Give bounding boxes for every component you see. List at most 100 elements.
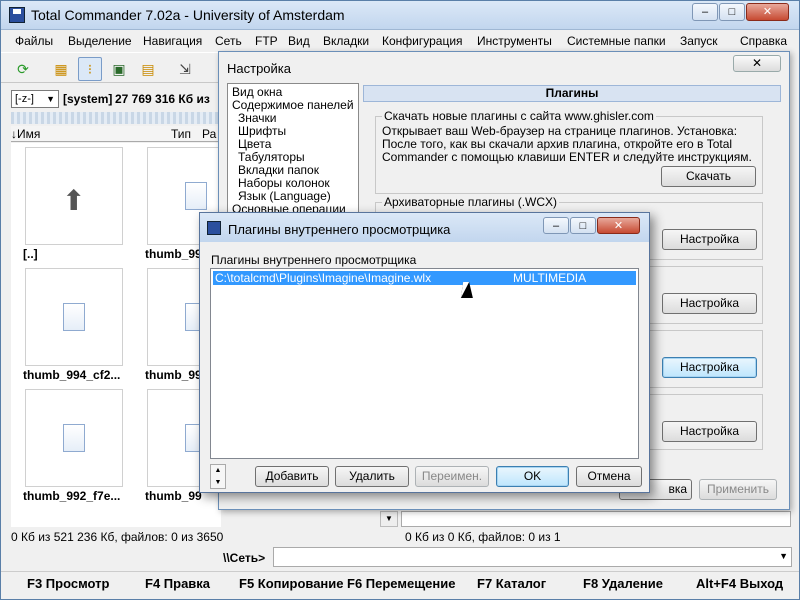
tree-item-icons[interactable]: Значки <box>238 111 277 125</box>
tree-item-colors[interactable]: Цвета <box>238 137 271 151</box>
plugin-path: C:\totalcmd\Plugins\Imagine\Imagine.wlx <box>215 271 432 285</box>
download-group: Скачать новые плагины с сайта www.ghisle… <box>375 109 763 194</box>
right-panel[interactable] <box>401 511 791 527</box>
scrollbar[interactable]: ▼ <box>380 511 398 527</box>
drive-value: [-z-] <box>15 93 34 105</box>
window-title: Total Commander 7.02a - University of Am… <box>31 7 345 23</box>
floppy-disk-icon <box>9 7 25 23</box>
menu-selection[interactable]: Выделение <box>68 34 132 48</box>
menu-tools[interactable]: Инструменты <box>477 34 552 48</box>
plugin-type: MULTIMEDIA <box>513 271 587 285</box>
viewer-plugin-list[interactable]: C:\totalcmd\Plugins\Imagine\Imagine.wlx … <box>210 268 639 459</box>
settings-ok-label: вка <box>668 482 687 496</box>
thumb-up[interactable]: ⬆ <box>25 147 123 245</box>
menu-network[interactable]: Сеть <box>215 34 242 48</box>
settings-close-button[interactable]: ✕ <box>733 55 781 72</box>
drive-select[interactable]: [-z-] ▼ <box>11 90 59 108</box>
command-line: \\Сеть> ▼ <box>1 547 799 569</box>
menu-configuration[interactable]: Конфигурация <box>382 34 463 48</box>
add-button[interactable]: Добавить <box>255 466 329 487</box>
download-group-label: Скачать новые плагины с сайта www.ghisle… <box>382 109 656 123</box>
chevron-down-icon: ▼ <box>46 94 55 104</box>
file-icon <box>63 303 85 331</box>
maximize-button[interactable]: □ <box>719 3 745 21</box>
viewer-minimize-button[interactable]: – <box>543 217 569 234</box>
f4-edit-button[interactable]: F4 Правка <box>145 576 210 591</box>
rename-button[interactable]: Переимен. <box>415 466 489 487</box>
viewer-maximize-button[interactable]: □ <box>570 217 596 234</box>
thumb-label: [..] <box>23 247 38 261</box>
viewer-close-button[interactable]: ✕ <box>597 217 640 234</box>
download-button[interactable]: Скачать <box>661 166 756 187</box>
menu-system-folders[interactable]: Системные папки <box>567 34 666 48</box>
thumb-file[interactable] <box>25 389 123 487</box>
col-name[interactable]: ↓Имя <box>11 127 40 141</box>
f3-view-button[interactable]: F3 Просмотр <box>27 576 109 591</box>
command-prompt: \\Сеть> <box>223 551 266 565</box>
thumb-file[interactable] <box>25 268 123 366</box>
refresh-icon[interactable]: ⟳ <box>11 57 35 81</box>
toolbar: ⟳ ▦ ⁝ ▣ ▤ ⇲ <box>1 52 221 83</box>
download-text: Открывает ваш Web-браузер на странице пл… <box>382 124 752 164</box>
viewer-title-bar[interactable]: Плагины внутреннего просмотрщика – □ ✕ <box>200 213 649 242</box>
close-button[interactable]: ✕ <box>746 3 789 21</box>
menu-view[interactable]: Вид <box>288 34 310 48</box>
order-spinner[interactable]: ▲ ▼ <box>210 464 226 489</box>
thumb-label: thumb_99 <box>145 489 202 503</box>
col-type[interactable]: Тип <box>171 127 191 141</box>
file-icon <box>185 182 207 210</box>
menu-ftp[interactable]: FTP <box>255 34 278 48</box>
tree-item-columns[interactable]: Наборы колонок <box>238 176 330 190</box>
thumbnail-view-icon[interactable]: ⁝ <box>78 57 102 81</box>
tree-item-window[interactable]: Вид окна <box>232 85 282 99</box>
tree-item-tabstops[interactable]: Табуляторы <box>238 150 305 164</box>
brief-view-icon[interactable]: ▦ <box>49 57 73 81</box>
ok-button[interactable]: OK <box>496 466 569 487</box>
floppy-disk-icon <box>207 221 221 235</box>
altf4-exit-button[interactable]: Alt+F4 Выход <box>696 576 783 591</box>
menu-help[interactable]: Справка <box>740 34 787 48</box>
tree-item-panels[interactable]: Содержимое панелей <box>232 98 354 112</box>
tree-item-folder-tabs[interactable]: Вкладки папок <box>238 163 319 177</box>
tree-item-fonts[interactable]: Шрифты <box>238 124 286 138</box>
title-bar[interactable]: Total Commander 7.02a - University of Am… <box>1 1 799 30</box>
drive-info: 27 769 316 Кб из <box>115 92 210 106</box>
viewer-dialog-title: Плагины внутреннего просмотрщика <box>228 222 451 237</box>
remove-button[interactable]: Удалить <box>335 466 409 487</box>
config-button-1[interactable]: Настройка <box>662 229 757 250</box>
cancel-button[interactable]: Отмена <box>576 466 642 487</box>
viewer-plugins-dialog: Плагины внутреннего просмотрщика – □ ✕ П… <box>199 212 650 493</box>
tree-view-icon[interactable]: ▣ <box>107 57 131 81</box>
menu-launch[interactable]: Запуск <box>680 34 718 48</box>
chevron-down-icon[interactable]: ▼ <box>779 551 788 561</box>
apply-button[interactable]: Применить <box>699 479 777 500</box>
config-button-3[interactable]: Настройка <box>662 357 757 378</box>
col-size[interactable]: Ра <box>202 127 216 141</box>
config-button-2[interactable]: Настройка <box>662 293 757 314</box>
thumb-label: thumb_994_cf2... <box>23 368 121 382</box>
minimize-button[interactable]: – <box>692 3 718 21</box>
thumb-label: thumb_99 <box>145 368 202 382</box>
path-bar[interactable] <box>11 112 221 124</box>
f7-mkdir-button[interactable]: F7 Каталог <box>477 576 546 591</box>
menu-navigation[interactable]: Навигация <box>143 34 202 48</box>
f8-delete-button[interactable]: F8 Удаление <box>583 576 663 591</box>
unpack-icon[interactable]: ⇲ <box>173 57 197 81</box>
command-input[interactable]: ▼ <box>273 547 792 567</box>
column-header: ↓Имя Тип Ра <box>11 126 221 142</box>
thumb-label: thumb_992_f7e... <box>23 489 121 503</box>
menu-tabs[interactable]: Вкладки <box>323 34 369 48</box>
plugins-heading: Плагины <box>363 85 781 102</box>
menu-files[interactable]: Файлы <box>15 34 53 48</box>
settings-title: Настройка <box>227 61 291 76</box>
menu-bar: Файлы Выделение Навигация Сеть FTP Вид В… <box>1 31 799 51</box>
f6-move-button[interactable]: F6 Перемещение <box>347 576 455 591</box>
tree-item-language[interactable]: Язык (Language) <box>238 189 331 203</box>
left-status: 0 Кб из 521 236 Кб, файлов: 0 из 3650 <box>11 530 224 544</box>
drive-label: [system] <box>63 92 113 106</box>
thumb-label: thumb_99 <box>145 247 202 261</box>
extended-view-icon[interactable]: ▤ <box>136 57 160 81</box>
list-item[interactable]: C:\totalcmd\Plugins\Imagine\Imagine.wlx … <box>213 271 636 285</box>
config-button-4[interactable]: Настройка <box>662 421 757 442</box>
f5-copy-button[interactable]: F5 Копирование <box>239 576 344 591</box>
